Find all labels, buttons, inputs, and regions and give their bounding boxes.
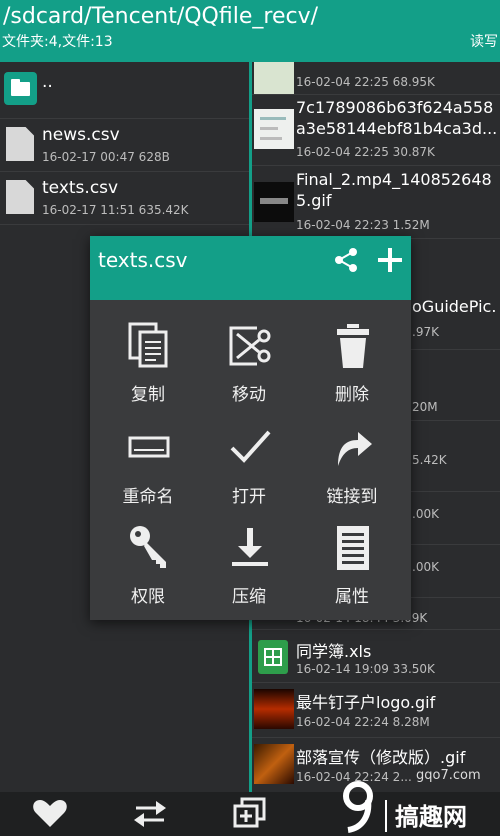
file-icon (6, 127, 34, 161)
move-label: 移动 (232, 385, 266, 405)
list-item[interactable]: 同学簿.xls 16-02-14 19:09 33.50K (252, 630, 500, 683)
dialog-title: texts.csv (98, 248, 188, 272)
gif-thumbnail (254, 744, 294, 784)
cut-icon (229, 326, 271, 366)
list-item[interactable]: 最牛钉子户logo.gif 16-02-04 22:24 8.28M (252, 683, 500, 738)
open-label: 打开 (232, 487, 266, 507)
open-button[interactable]: 打开 (199, 424, 299, 524)
link-to-button[interactable]: 链接到 (302, 424, 402, 524)
permissions-button[interactable]: 权限 (98, 524, 198, 624)
delete-label: 删除 (335, 385, 369, 405)
list-item[interactable]: texts.csv 16-02-17 11:51 635.42K (0, 172, 249, 225)
file-name: Final_2.mp4_140852648 (296, 170, 492, 189)
move-button[interactable]: 移动 (199, 322, 299, 422)
current-path[interactable]: /sdcard/Tencent/QQfile_recv/ (3, 4, 318, 30)
file-meta: 16-02-14 19:09 33.50K (296, 662, 435, 676)
file-meta: 16-02-04 22:25 30.87K (296, 145, 435, 159)
file-name-continued: a3e58144ebf81b4ca3d... (296, 119, 498, 138)
read-write-mode[interactable]: 读写 (470, 33, 498, 51)
swap-icon[interactable] (130, 796, 170, 830)
file-meta: 20M (412, 400, 438, 414)
folder-file-count: 文件夹:4,文件:13 (2, 34, 113, 50)
gif-thumbnail (254, 182, 294, 222)
parent-folder-label: .. (42, 72, 53, 92)
copy-button[interactable]: 复制 (98, 322, 198, 422)
new-window-icon[interactable] (230, 796, 270, 830)
parent-folder-row[interactable]: .. (0, 62, 249, 119)
key-icon (130, 526, 166, 568)
permissions-label: 权限 (131, 587, 165, 607)
watermark-site: gqo7.com (416, 768, 481, 783)
file-meta: 16-02-04 22:24 8.28M (296, 715, 430, 729)
link-arrow-icon (338, 432, 372, 466)
document-icon (337, 526, 369, 570)
copy-label: 复制 (131, 385, 165, 405)
rename-button[interactable]: 重命名 (98, 424, 198, 524)
check-icon (230, 430, 271, 463)
file-name: 同学簿.xls (296, 642, 372, 661)
file-meta: 16-02-04 22:23 1.52M (296, 218, 430, 232)
file-name: 部落宣传（修改版）.gif (296, 748, 466, 767)
list-item[interactable]: 7c1789086b63f624a558 a3e58144ebf81b4ca3d… (252, 95, 500, 166)
file-name: news.csv (42, 125, 120, 145)
file-name: 7c1789086b63f624a558 (296, 98, 494, 117)
trash-icon (337, 324, 369, 368)
file-meta: 16-02-17 11:51 635.42K (42, 203, 189, 217)
list-item[interactable]: 16-02-04 22:25 68.95K (252, 62, 500, 95)
file-name: 最牛钉子户logo.gif (296, 693, 436, 712)
compress-button[interactable]: 压缩 (199, 524, 299, 624)
properties-button[interactable]: 属性 (302, 524, 402, 624)
add-icon[interactable] (374, 244, 406, 276)
watermark-brand: 搞趣网 (395, 803, 467, 831)
list-item[interactable]: Final_2.mp4_140852648 5.gif 16-02-04 22:… (252, 166, 500, 239)
file-name-continued: 5.gif (296, 191, 332, 210)
file-actions-dialog: texts.csv 复制 移动 删除 重命名 打开 链接到 权限 压缩 属性 (90, 236, 411, 620)
favorite-icon[interactable] (30, 796, 70, 830)
spreadsheet-icon (258, 640, 288, 674)
file-meta: .00K (412, 560, 439, 574)
rename-label: 重命名 (122, 487, 174, 507)
list-item[interactable]: news.csv 16-02-17 00:47 628B (0, 119, 249, 172)
dialog-header: texts.csv (90, 236, 411, 300)
file-icon (6, 180, 34, 214)
screenshot-thumbnail (254, 62, 294, 94)
file-name: oGuidePic. (412, 297, 497, 316)
gif-thumbnail (254, 689, 294, 729)
header-bar: /sdcard/Tencent/QQfile_recv/ 文件夹:4,文件:13… (0, 0, 500, 62)
file-name: texts.csv (42, 178, 119, 198)
file-meta: 16-02-17 00:47 628B (42, 150, 170, 164)
file-meta: 16-02-04 22:25 68.95K (296, 75, 435, 89)
compress-label: 压缩 (232, 587, 266, 607)
share-icon[interactable] (332, 246, 360, 274)
properties-label: 属性 (335, 587, 369, 607)
file-meta: .97K (412, 325, 439, 339)
rename-icon (128, 436, 170, 458)
download-icon (232, 528, 268, 566)
file-meta: .00K (412, 507, 439, 521)
delete-button[interactable]: 删除 (302, 322, 402, 422)
copy-icon (128, 322, 168, 368)
file-meta: 5.42K (412, 453, 447, 467)
screenshot-thumbnail (254, 109, 294, 149)
folder-icon (4, 72, 37, 105)
link-to-label: 链接到 (326, 487, 378, 507)
